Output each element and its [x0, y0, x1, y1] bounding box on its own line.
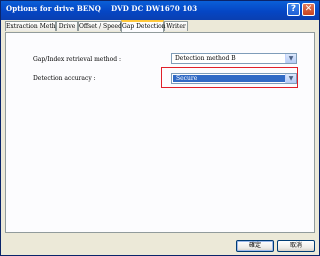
tab-gap-detection[interactable]: Gap Detection — [121, 20, 166, 32]
gap-detection-panel: Gap/Index retrieval method : Detection m… — [5, 32, 315, 233]
annotation-highlight — [161, 67, 298, 88]
help-button[interactable]: ? — [287, 3, 300, 16]
gap-method-select[interactable]: Detection method B ▼ — [171, 53, 297, 64]
title-bar: Options for drive BENQ DVD DC DW1670 103… — [1, 1, 319, 20]
close-button[interactable]: ✕ — [302, 3, 315, 16]
tab-offset-speed[interactable]: Offset / Speed — [78, 21, 122, 31]
gap-method-value: Detection method B — [175, 55, 236, 62]
gap-method-label: Gap/Index retrieval method : — [33, 56, 122, 63]
tab-drive[interactable]: Drive — [56, 21, 78, 31]
chevron-down-icon[interactable]: ▼ — [285, 54, 296, 63]
ok-button[interactable]: 確定 — [236, 240, 274, 252]
tab-writer[interactable]: Writer — [164, 21, 188, 31]
cancel-button[interactable]: 取消 — [277, 240, 315, 252]
close-icon: ✕ — [304, 4, 313, 14]
options-dialog: Options for drive BENQ DVD DC DW1670 103… — [0, 0, 320, 256]
tab-extraction-method[interactable]: Extraction Method — [5, 21, 63, 31]
window-title: Options for drive BENQ DVD DC DW1670 103 — [6, 4, 198, 13]
accuracy-label: Detection accuracy : — [33, 75, 96, 82]
